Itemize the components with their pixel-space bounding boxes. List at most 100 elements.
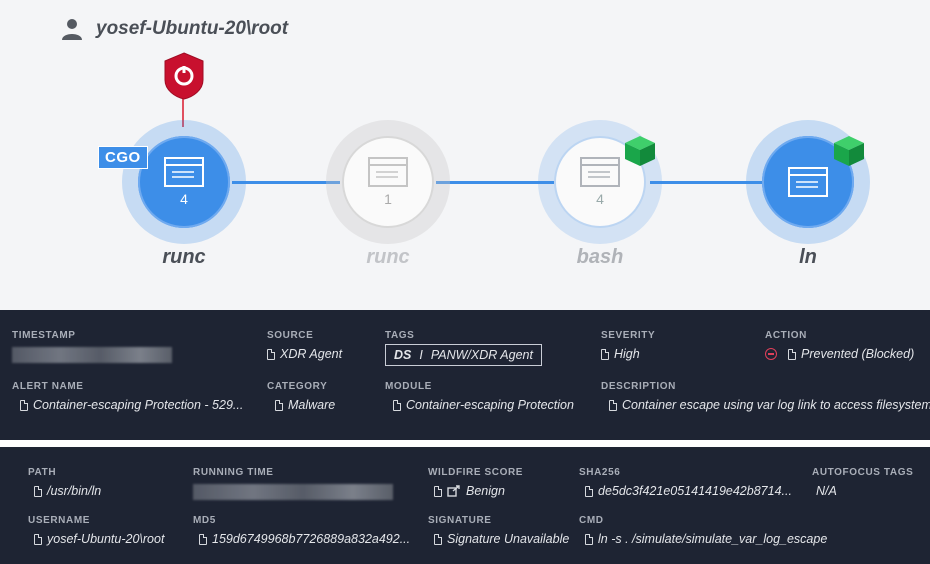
copy-icon[interactable]: [585, 485, 593, 497]
username-value: yosef-Ubuntu-20\root: [47, 532, 165, 546]
sha256-field: SHA256 de5dc3f421e05141419e42b8714...: [579, 467, 792, 498]
autofocus-field: AUTOFOCUS TAGS N/A: [812, 467, 913, 498]
container-cube-icon: [625, 136, 655, 166]
tag-separator: I: [419, 348, 423, 362]
path-label: PATH: [28, 467, 57, 478]
tags-label: TAGS: [385, 330, 415, 341]
process-node-runc-1[interactable]: 4: [122, 120, 246, 244]
process-window-icon: [368, 157, 408, 187]
copy-icon[interactable]: [34, 533, 42, 545]
path-field: PATH /usr/bin/ln: [28, 467, 101, 498]
copy-icon[interactable]: [788, 348, 796, 360]
running-time-field: RUNNING TIME: [193, 467, 393, 500]
severity-label: SEVERITY: [601, 330, 656, 341]
wildfire-field: WILDFIRE SCORE Benign: [428, 467, 523, 498]
alert-shield-icon[interactable]: [163, 52, 205, 100]
copy-icon[interactable]: [434, 533, 442, 545]
copy-icon[interactable]: [20, 399, 28, 411]
description-value: Container escape using var log link to a…: [622, 398, 930, 412]
severity-value: High: [614, 347, 640, 361]
description-label: DESCRIPTION: [601, 381, 676, 392]
copy-icon[interactable]: [267, 348, 275, 360]
cmd-field: CMD ln -s . /simulate/simulate_var_log_e…: [579, 515, 827, 546]
node-count: 1: [384, 191, 392, 207]
process-window-icon: [580, 157, 620, 187]
panel-divider: [0, 440, 930, 447]
action-field: ACTION Prevented (Blocked): [765, 330, 914, 361]
path-value: /usr/bin/ln: [47, 484, 102, 498]
process-window-icon: [788, 167, 828, 197]
alert-name-field: ALERT NAME Container-escaping Protection…: [12, 381, 243, 412]
blocked-icon: [765, 348, 777, 360]
source-label: SOURCE: [267, 330, 314, 341]
node-count: 4: [180, 191, 188, 207]
timestamp-label: TIMESTAMP: [12, 330, 76, 341]
md5-value: 159d6749968b7726889a832a492...: [212, 532, 411, 546]
sha256-value: de5dc3f421e05141419e42b8714...: [598, 484, 792, 498]
node-label-bash: bash: [576, 246, 624, 268]
autofocus-label: AUTOFOCUS TAGS: [812, 467, 914, 478]
node-label-runc-2: runc: [366, 246, 410, 268]
tags-field: TAGS DS I PANW/XDR Agent: [385, 330, 542, 366]
copy-icon[interactable]: [601, 348, 609, 360]
node-label-runc-1: runc: [162, 246, 206, 268]
copy-icon[interactable]: [434, 485, 442, 497]
tag-ds: DS: [394, 348, 412, 362]
source-value: XDR Agent: [280, 347, 343, 361]
copy-icon[interactable]: [199, 533, 207, 545]
cmd-value: ln -s . /simulate/simulate_var_log_escap…: [598, 532, 828, 546]
process-details-panel: PATH /usr/bin/ln RUNNING TIME WILDFIRE S…: [0, 447, 930, 564]
node-core: 1: [342, 136, 434, 228]
node-label-ln: ln: [799, 246, 817, 268]
running-time-label: RUNNING TIME: [193, 467, 274, 478]
tag-value: PANW/XDR Agent: [430, 348, 533, 362]
user-icon: [62, 19, 82, 40]
host-user-header: yosef-Ubuntu-20\root: [60, 17, 288, 41]
copy-icon[interactable]: [275, 399, 283, 411]
cmd-label: CMD: [579, 515, 604, 526]
causality-graph: yosef-Ubuntu-20\root 4 CGO runc 1 runc 4…: [0, 0, 930, 310]
external-link-icon[interactable]: [447, 485, 461, 497]
alert-name-label: ALERT NAME: [12, 381, 84, 392]
action-label: ACTION: [765, 330, 807, 341]
copy-icon[interactable]: [609, 399, 617, 411]
category-value: Malware: [288, 398, 336, 412]
md5-label: MD5: [193, 515, 216, 526]
copy-icon[interactable]: [393, 399, 401, 411]
copy-icon[interactable]: [34, 485, 42, 497]
container-cube-icon: [834, 136, 864, 166]
module-value: Container-escaping Protection: [406, 398, 574, 412]
process-window-icon: [164, 157, 204, 187]
process-node-runc-2[interactable]: 1: [326, 120, 450, 244]
category-label: CATEGORY: [267, 381, 328, 392]
source-field: SOURCE XDR Agent: [267, 330, 342, 361]
copy-icon[interactable]: [585, 533, 593, 545]
edge-2: [436, 181, 554, 184]
md5-field: MD5 159d6749968b7726889a832a492...: [193, 515, 410, 546]
node-count: 4: [596, 191, 604, 207]
cgo-badge: CGO: [98, 146, 148, 169]
signature-field: SIGNATURE Signature Unavailable: [428, 515, 569, 546]
running-time-redacted: [193, 484, 393, 500]
module-field: MODULE Container-escaping Protection: [385, 381, 574, 412]
tag-chip[interactable]: DS I PANW/XDR Agent: [385, 344, 542, 366]
description-field: DESCRIPTION Container escape using var l…: [601, 381, 930, 412]
edge-1: [232, 181, 340, 184]
wildfire-label: WILDFIRE SCORE: [428, 467, 524, 478]
timestamp-field: TIMESTAMP: [12, 330, 172, 363]
username-field: USERNAME yosef-Ubuntu-20\root: [28, 515, 164, 546]
alert-name-value: Container-escaping Protection - 529...: [33, 398, 244, 412]
host-user-title: yosef-Ubuntu-20\root: [96, 18, 289, 39]
sha256-label: SHA256: [579, 467, 621, 478]
module-label: MODULE: [385, 381, 432, 392]
signature-value: Signature Unavailable: [447, 532, 570, 546]
autofocus-value: N/A: [816, 484, 837, 498]
alert-details-panel: TIMESTAMP SOURCE XDR Agent TAGS DS I PAN…: [0, 310, 930, 440]
action-value: Prevented (Blocked): [801, 347, 915, 361]
severity-field: SEVERITY High: [601, 330, 655, 361]
wildfire-value: Benign: [466, 484, 505, 498]
timestamp-redacted: [12, 347, 172, 363]
signature-label: SIGNATURE: [428, 515, 492, 526]
category-field: CATEGORY Malware: [267, 381, 335, 412]
username-label: USERNAME: [28, 515, 91, 526]
